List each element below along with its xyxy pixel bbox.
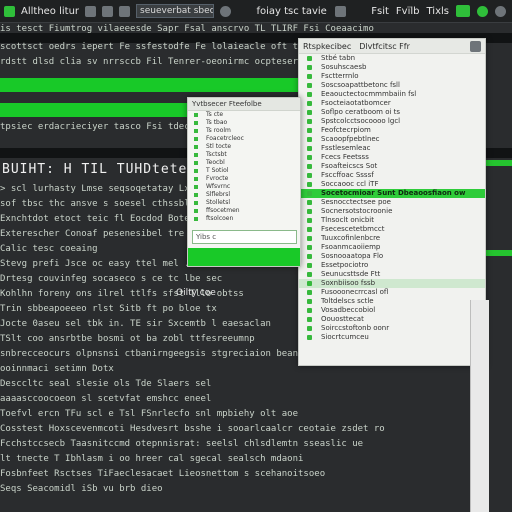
help-icon[interactable] bbox=[220, 5, 232, 17]
code-line: Toefvl ercn TFu scl e Tsl FSnrlecfo snl … bbox=[0, 409, 299, 419]
app-logo-icon bbox=[4, 5, 15, 17]
flag-icon[interactable] bbox=[334, 5, 346, 17]
popup-item[interactable]: Stolletsl bbox=[188, 199, 300, 207]
list-item[interactable]: Fsecescetetbmcct bbox=[299, 225, 485, 234]
list-item[interactable]: Stbé tabn bbox=[299, 54, 485, 63]
list-item[interactable]: Essetpociotro bbox=[299, 261, 485, 270]
code-line: lt tnecte T Ibhlasm i oo hreer cal sgeca… bbox=[0, 454, 304, 464]
list-item[interactable]: Seunucsttsde Ftt bbox=[299, 270, 485, 279]
list-item-selected[interactable]: Soxnbiisoo fssb bbox=[299, 279, 485, 288]
list-item-highlighted[interactable]: Socetocmioar Sunt Dbeaoosfiaon ow bbox=[299, 189, 485, 198]
list-item[interactable]: Scaoopfpebtlnec bbox=[299, 135, 485, 144]
search-input[interactable]: seueverbat sbecol (ls bbox=[136, 4, 215, 18]
list-item[interactable]: Sesnocctectsee poe bbox=[299, 198, 485, 207]
star-icon[interactable] bbox=[119, 5, 131, 17]
popup-item[interactable]: Ts cte bbox=[188, 111, 300, 119]
panel-subtitle: Dlvtfcitsc Ffr bbox=[359, 41, 410, 51]
popup-green-bar bbox=[188, 248, 300, 266]
popup-item[interactable]: Fvrocte bbox=[188, 175, 300, 183]
popup-item[interactable]: Foacetrcleoc bbox=[188, 135, 300, 143]
list-item[interactable]: Fsctterrnlo bbox=[299, 72, 485, 81]
list-item[interactable]: Feofctecrpiom bbox=[299, 126, 485, 135]
status-icon[interactable] bbox=[477, 5, 488, 17]
popup-item[interactable]: Ts roolm bbox=[188, 127, 300, 135]
list-item[interactable]: Fsoanmcaoiiemp bbox=[299, 243, 485, 252]
popup-item[interactable]: Ts tbao bbox=[188, 119, 300, 127]
list-item[interactable]: Eeaouctectocmmmbaiin fsl bbox=[299, 90, 485, 99]
list-item[interactable]: Toltdelscs sctle bbox=[299, 297, 485, 306]
highlight-bar bbox=[0, 78, 300, 92]
code-line: is tesct Fiumtrog vilaeeesde Sapr Fsal a… bbox=[0, 24, 374, 34]
list-item[interactable]: Fsccffoac Ssssf bbox=[299, 171, 485, 180]
list-item[interactable]: Oouosttecat bbox=[299, 315, 485, 324]
top-toolbar: Alltheo litur seueverbat sbecol (ls foia… bbox=[0, 0, 512, 23]
popup-item[interactable]: Stl tocte bbox=[188, 143, 300, 151]
code-line: aaaasccoocoeon sl scetvfat emshcc eneel bbox=[0, 394, 212, 404]
gutter-marker bbox=[484, 160, 512, 166]
list-item[interactable]: Tuuxcofinlenbcre bbox=[299, 234, 485, 243]
popup-item[interactable]: ftsolcoen bbox=[188, 215, 300, 223]
panel-header: Rtspkecibec Dlvtfcitsc Ffr bbox=[299, 39, 485, 54]
app-title: Alltheo litur bbox=[21, 5, 80, 17]
menu-tools[interactable]: Tixls bbox=[427, 6, 450, 17]
list-item[interactable]: Fsstlesemleac bbox=[299, 144, 485, 153]
code-line: Cosstest Hoxscevenmcoti Hesdvesrt bsshe … bbox=[0, 424, 385, 434]
list-item[interactable]: Soscsoapattbetonc fsll bbox=[299, 81, 485, 90]
list-item[interactable]: Fsoafteicscs Sot bbox=[299, 162, 485, 171]
outline-panel[interactable]: Rtspkecibec Dlvtfcitsc Ffr Stbé tabn Sos… bbox=[298, 38, 486, 366]
list-item[interactable]: Tlnsoclt onicbit bbox=[299, 216, 485, 225]
menu-view[interactable]: Fvïlb bbox=[396, 6, 420, 17]
list-item[interactable]: Vosadbeccobiol bbox=[299, 306, 485, 315]
code-line: Seqs Seacomidl iSb vu brb dieo bbox=[0, 484, 163, 494]
list-item[interactable]: Siocrtcumceu bbox=[299, 333, 485, 342]
autocomplete-popup[interactable]: Yvtbsecer Fteefolbe Ts cte Ts tbao Ts ro… bbox=[187, 97, 301, 267]
list-item[interactable]: Sosuhscaesb bbox=[299, 63, 485, 72]
grid-icon[interactable] bbox=[85, 5, 97, 17]
list-item[interactable]: Socnersotstocroonie bbox=[299, 207, 485, 216]
close-icon[interactable] bbox=[470, 40, 481, 52]
gutter-marker bbox=[484, 250, 512, 256]
code-line: Desccltc seal slesie ols Tde Slaers sel bbox=[0, 379, 212, 389]
popup-item[interactable]: ffsocetmen bbox=[188, 207, 300, 215]
popup-item[interactable]: Slflebrsl bbox=[188, 191, 300, 199]
list-item[interactable]: Sosnooaatopa Flo bbox=[299, 252, 485, 261]
code-line: Fcchstccsecb Taasnitccmd otepnnisrat: se… bbox=[0, 439, 364, 449]
list-item[interactable]: Soirccstoftonb oonr bbox=[299, 324, 485, 333]
popup-title: Yvtbsecer Fteefolbe bbox=[188, 98, 300, 111]
center-label[interactable]: foiay tsc tavie bbox=[256, 6, 326, 17]
list-item[interactable]: Soflpo ceratboom oi ts bbox=[299, 108, 485, 117]
popup-item[interactable]: Wfsvrnc bbox=[188, 183, 300, 191]
popup-item[interactable]: Teocbl bbox=[188, 159, 300, 167]
panel-title: Rtspkecibec bbox=[303, 41, 352, 51]
user-avatar-icon[interactable] bbox=[495, 5, 506, 17]
list-item[interactable]: Spstcolcctsocoooo lgcl bbox=[299, 117, 485, 126]
popup-item[interactable]: T Sotiol bbox=[188, 167, 300, 175]
code-line: Fosbnfeet Rsctses TiFaeclesacaet Lieosne… bbox=[0, 469, 326, 479]
list-item[interactable]: Fusooonecrrcasl ofl bbox=[299, 288, 485, 297]
list-item[interactable]: Fsocteiaotatbomcer bbox=[299, 99, 485, 108]
scrollbar[interactable] bbox=[470, 300, 489, 512]
popup-item[interactable]: Tsctsbt bbox=[188, 151, 300, 159]
green-button-icon[interactable] bbox=[456, 5, 470, 17]
popup-filter-input[interactable]: Yibs c bbox=[192, 230, 297, 244]
list-item[interactable]: Soccaooc ccl iTF bbox=[299, 180, 485, 189]
dropdown-icon[interactable] bbox=[102, 5, 114, 17]
section-heading: BUIHT: H TIL TUHDtetes: bbox=[2, 162, 206, 177]
menu-file[interactable]: Fsit bbox=[371, 6, 389, 17]
list-item[interactable]: Fcecs Feetsss bbox=[299, 153, 485, 162]
popup-caption: Oilty coe bbox=[176, 288, 216, 298]
